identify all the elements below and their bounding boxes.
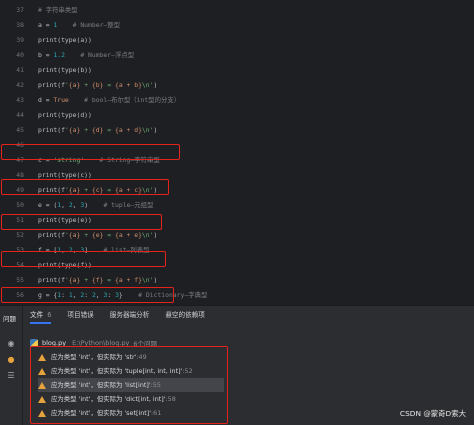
code-line[interactable]: 53 f = [1, 2, 3] # list—列表型 [0,243,474,258]
tab-dangling-deps[interactable]: 悬空的依赖项 [165,306,205,324]
code-text: e = (1, 2, 3) # tuple—元组型 [38,201,154,209]
code-line[interactable]: 37 # 字符串类型 [0,3,474,18]
code-text: print(f'{a} + {e} = {a + e}\n') [38,231,158,239]
bulb-icon[interactable]: ● [6,354,16,364]
code-text: c = 'string' # String—字符串型 [38,156,160,164]
code-text: print(type(d)) [38,111,92,119]
line-number: 50 [16,201,24,209]
problems-panel: 问题 ◉ ● ☰ 文件 6 项目错误 服务器端分析 悬空的依赖项 blog.py … [0,305,474,425]
code-text: print(type(b)) [38,66,92,74]
code-line[interactable]: 52 print(f'{a} + {e} = {a + e}\n') [0,228,474,243]
list-icon[interactable]: ☰ [6,370,16,380]
code-line[interactable]: 54 print(type(f)) [0,258,474,273]
code-text: print(f'{a} + {c} = {a + c}\n') [38,186,158,194]
line-number: 45 [16,126,24,134]
eye-icon[interactable]: ◉ [6,338,16,348]
line-number: 48 [16,171,24,179]
warning-icon [38,395,46,403]
warning-icon [38,353,46,361]
line-number: 53 [16,246,24,254]
warning-icon [38,367,46,375]
line-number: 56 [16,291,24,299]
python-file-icon [30,339,38,347]
code-text: print(type(c)) [38,171,92,179]
file-meta: 6个问题 [133,340,157,348]
code-line[interactable]: 45 print(f'{a} + {d} = {a + d}\n') [0,123,474,138]
code-line[interactable]: 39 print(type(a)) [0,33,474,48]
warning-icon [38,409,46,417]
code-line[interactable]: 41 print(type(b)) [0,63,474,78]
code-line[interactable]: 38 a = 1 # Number—整型 [0,18,474,33]
line-number: 39 [16,36,24,44]
warning-icon [38,381,46,389]
file-row[interactable]: blog.py E:\Python\blog.py 6个问题 [30,337,157,349]
line-number: 55 [16,276,24,284]
code-line[interactable]: 55 print(f'{a} + {f} = {a + f}\n') [0,273,474,288]
line-number: 40 [16,51,24,59]
problems-sidebar: 问题 ◉ ● ☰ [0,306,23,425]
code-text: f = [1, 2, 3] # list—列表型 [38,246,150,254]
problems-tabs: 文件 6 项目错误 服务器端分析 悬空的依赖项 [30,306,221,324]
line-number: 54 [16,261,24,269]
line-number: 49 [16,186,24,194]
code-text: print(type(a)) [38,36,92,44]
code-text: print(f'{a} + {b} = {a + b}\n') [38,81,158,89]
code-line[interactable]: 40 b = 1.2 # Number—浮点型 [0,48,474,63]
code-line[interactable]: 48 print(type(c)) [0,168,474,183]
code-line[interactable]: 46 [0,138,474,153]
code-line[interactable]: 49 print(f'{a} + {c} = {a + c}\n') [0,183,474,198]
code-text: print(type(e)) [38,216,92,224]
code-line[interactable]: 43 d = True # bool—布尔型（int型的分支） [0,93,474,108]
file-name: blog.py [42,339,67,347]
tab-project-errors[interactable]: 项目错误 [67,306,93,324]
problems-title: 问题 [3,315,16,323]
line-number: 37 [16,6,24,14]
code-text: g = {1: 1, 2: 2, 3: 3} # Dictionary—字典型 [38,291,208,299]
line-number: 52 [16,231,24,239]
line-number: 44 [16,111,24,119]
code-editor[interactable]: 37 # 字符串类型 38 a = 1 # Number—整型 39 print(type… [0,0,474,305]
tab-server-analysis[interactable]: 服务器端分析 [110,306,150,324]
file-path: E:\Python\blog.py [72,339,130,347]
code-text: # 字符串类型 [38,6,78,14]
line-number: 46 [16,141,24,149]
line-number: 51 [16,216,24,224]
problem-item[interactable]: 应为类型 'int'，但实际为 'tuple[int, int, int]':5… [38,364,224,378]
problem-item[interactable]: 应为类型 'int'，但实际为 'list[int]':55 [38,378,224,392]
problem-item[interactable]: 应为类型 'int'，但实际为 'str':49 [38,350,224,364]
code-line[interactable]: 44 print(type(d)) [0,108,474,123]
code-text: print(f'{a} + {f} = {a + f}\n') [38,276,158,284]
line-number: 42 [16,81,24,89]
line-number: 38 [16,21,24,29]
code-line[interactable]: 47 c = 'string' # String—字符串型 [0,153,474,168]
code-line[interactable]: 51 print(type(e)) [0,213,474,228]
line-number: 43 [16,96,24,104]
code-text: d = True # bool—布尔型（int型的分支） [38,96,181,104]
code-text: print(f'{a} + {d} = {a + d}\n') [38,126,158,134]
code-line[interactable]: 50 e = (1, 2, 3) # tuple—元组型 [0,198,474,213]
code-text: b = 1.2 # Number—浮点型 [38,51,135,59]
line-number: 47 [16,156,24,164]
code-line[interactable]: 42 print(f'{a} + {b} = {a + b}\n') [0,78,474,93]
watermark: CSDN @蒙奇D索大 [399,409,466,418]
code-text: a = 1 # Number—整型 [38,21,121,29]
line-number: 41 [16,66,24,74]
tab-file[interactable]: 文件 6 [30,306,52,324]
code-text: print(type(f)) [38,261,92,269]
problem-item[interactable]: 应为类型 'int'，但实际为 'set[int]':61 [38,406,224,420]
code-line[interactable]: 56 g = {1: 1, 2: 2, 3: 3} # Dictionary—字典… [0,288,474,303]
problem-item[interactable]: 应为类型 'int'，但实际为 'dict[int, int]':58 [38,392,224,406]
